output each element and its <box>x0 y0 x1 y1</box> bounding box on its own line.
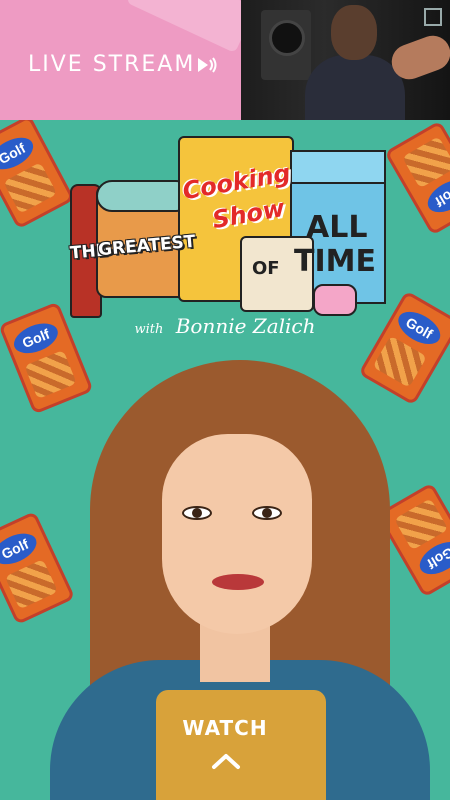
chips-illustration <box>4 559 59 610</box>
host-face <box>162 434 312 634</box>
host-byline: with Bonnie Zalich <box>0 314 450 338</box>
carton-top <box>292 152 384 184</box>
title-word-time: TIME <box>294 244 376 279</box>
left-eye <box>182 506 212 520</box>
decorative-bag-corner <box>126 0 241 54</box>
chips-illustration <box>402 136 450 189</box>
chip-bag: Golf <box>0 120 75 230</box>
byline-with: with <box>134 322 164 337</box>
host-name: Bonnie Zalich <box>175 314 316 338</box>
chips-illustration <box>24 349 77 400</box>
speaker-cone <box>269 20 305 56</box>
show-poster[interactable]: Golf Golf Golf Golf Golf Golf THE GREATE… <box>0 120 450 800</box>
top-banner: LIVE STREAM <box>0 0 450 120</box>
live-video-thumbnail[interactable] <box>241 0 450 120</box>
watch-button[interactable]: WATCH <box>0 716 450 740</box>
live-stream-panel[interactable]: LIVE STREAM <box>0 0 241 120</box>
title-word-all: ALL <box>306 210 368 245</box>
play-audio-icon <box>198 57 217 73</box>
right-eye <box>252 506 282 520</box>
host-lips <box>212 574 264 590</box>
live-stream-label: LIVE STREAM <box>28 52 196 77</box>
host-apron <box>156 690 326 800</box>
show-title-art: THE GREATEST Cooking Show OF ALL TIME <box>68 134 388 319</box>
chip-bag: Golf <box>384 120 450 236</box>
chevron-up-icon[interactable] <box>211 752 241 770</box>
performer-body <box>305 55 405 120</box>
chip-bag: Golf <box>0 510 76 626</box>
title-word-of: OF <box>252 258 280 279</box>
performer-head <box>331 5 377 60</box>
cow-illustration <box>313 284 357 316</box>
screen: LIVE STREAM Golf Golf Golf Golf Golf Gol… <box>0 0 450 800</box>
chips-illustration <box>3 162 58 214</box>
expand-icon[interactable] <box>424 8 442 26</box>
